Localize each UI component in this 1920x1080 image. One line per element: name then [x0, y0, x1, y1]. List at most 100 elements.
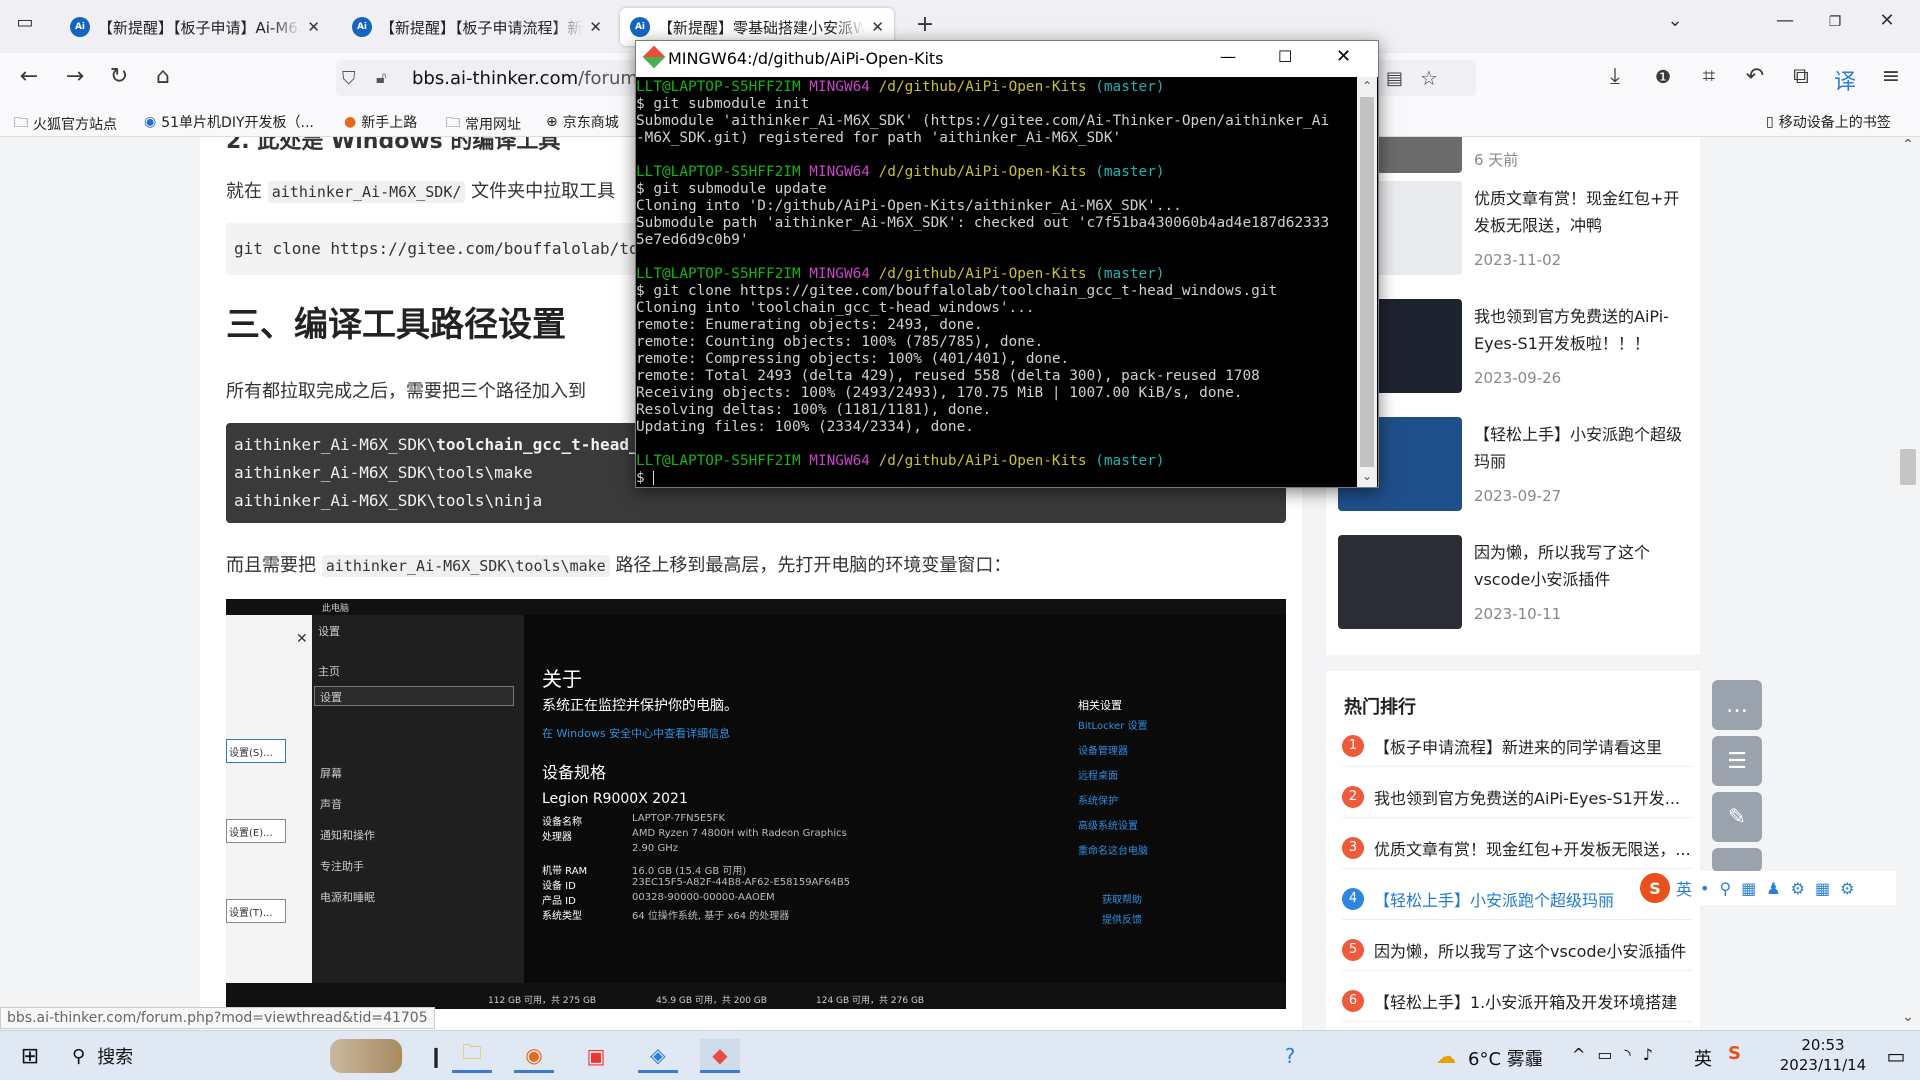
bookmark-5[interactable]: ⊕ 京东商城 [546, 112, 619, 132]
spec-key: 处理器 [542, 832, 572, 843]
embedded-screenshot: 此电脑 ✕ 设置 主页 设置 屏幕 声音 通知和操作 专注助手 电源和睡眠 设置… [226, 599, 1286, 1009]
translate-icon[interactable]: 译 [1830, 64, 1860, 96]
mobile-bookmarks[interactable]: ▯ 移动设备上的书签 [1766, 112, 1891, 132]
windows-start-icon[interactable]: ⊞ [10, 1039, 50, 1073]
list-button[interactable]: ☰ [1712, 736, 1762, 786]
terminal-output[interactable]: LLT@LAPTOP-S5HFF2IM MINGW64 /d/github/Ai… [636, 77, 1356, 487]
terminal-line: remote: Counting objects: 100% (785/785)… [636, 334, 1044, 350]
spec-key: 系统类型 [542, 911, 582, 922]
recent-post-1[interactable]: 优质文章有赏！现金红包+开发板无限送，冲鸭 2023-11-02 [1338, 181, 1688, 277]
drive-e: 124 GB 可用，共 276 GB [816, 996, 925, 1006]
edit-button[interactable]: ✎ [1712, 792, 1762, 842]
recent-post-3[interactable]: 【轻松上手】小安派跑个超级玛丽 2023-09-27 [1338, 417, 1688, 513]
tray-icons[interactable]: ^▭◝♪ [1572, 1045, 1665, 1064]
more-button[interactable] [1712, 848, 1762, 872]
hot-item-1[interactable]: 1 【板子申请流程】新进来的同学请看这里 [1342, 725, 1692, 767]
reload-icon[interactable]: ↻ [104, 64, 134, 89]
globe-icon: ⊕ [546, 114, 558, 130]
firefox-icon: ● [344, 114, 357, 130]
scrollbar-thumb[interactable] [1360, 97, 1374, 467]
window-close-icon[interactable]: ✕ [1872, 10, 1902, 31]
scroll-up-icon[interactable]: ⌃ [1362, 79, 1372, 93]
window-close-icon[interactable]: ✕ [1336, 46, 1351, 67]
close-icon[interactable]: ✕ [307, 18, 320, 36]
url-text[interactable]: bbs.ai-thinker.com/forum.p [412, 68, 655, 89]
home-label: 主页 [318, 665, 340, 678]
spec-key: 设备 ID [542, 881, 576, 892]
shield-icon[interactable]: ⛉ [342, 68, 356, 89]
hot-item-5[interactable]: 5 因为懒，所以我写了这个vscode小安派插件 [1342, 929, 1692, 971]
extensions-icon[interactable]: ⧉ [1786, 64, 1816, 89]
spec-value: 00328-90000-00000-AAOEM [632, 892, 775, 903]
hot-item-2[interactable]: 2 我也领到官方免费送的AiPi-Eyes-S1开发... [1342, 776, 1692, 818]
terminal-window[interactable]: MINGW64:/d/github/AiPi-Open-Kits — ☐ ✕ L… [635, 40, 1379, 488]
recent-post-0[interactable]: 6 天前 [1338, 137, 1688, 175]
bookmark-3[interactable]: ● 新手上路 [344, 112, 417, 132]
minimize-icon[interactable]: — [1220, 47, 1236, 66]
bookmark-2[interactable]: ◉ 51单片机DIY开发板（... [144, 112, 314, 132]
recent-post-4[interactable]: 因为懒，所以我写了这个vscode小安派插件 2023-10-11 [1338, 535, 1688, 631]
minimize-icon[interactable]: — [1770, 10, 1800, 31]
terminal-titlebar[interactable]: MINGW64:/d/github/AiPi-Open-Kits — ☐ ✕ [636, 41, 1378, 77]
tab-1-title: 【新提醒】【板子申请】Ai-M6X- [98, 18, 302, 37]
tab-2[interactable]: Ai 【新提醒】【板子申请流程】新进来 ✕ [342, 8, 612, 46]
home-icon[interactable]: ⌂ [148, 64, 178, 89]
task-view-icon[interactable]: ❙ [416, 1039, 456, 1073]
spec-value: AMD Ryzen 7 4800H with Radeon Graphics [632, 828, 847, 839]
comment-button[interactable]: … [1712, 680, 1762, 730]
bookmark-4[interactable]: 🗀 常用网址 [446, 112, 521, 136]
help-icon[interactable]: ? [1270, 1039, 1310, 1073]
restore-icon[interactable]: ❐ [1820, 14, 1850, 30]
related-link: BitLocker 设置 [1078, 721, 1148, 732]
scroll-down-icon[interactable]: ⌄ [1902, 1009, 1914, 1025]
post-date: 2023-11-02 [1474, 251, 1562, 269]
close-icon[interactable]: ✕ [871, 18, 884, 36]
bookmark-1[interactable]: 🗀 火狐官方站点 [14, 112, 117, 136]
star-icon[interactable]: ☆ [1420, 66, 1438, 90]
post-title: 我也领到官方免费送的AiPi-Eyes-S1开发板啦！！！ [1474, 307, 1669, 353]
insecure-lock-icon[interactable]: 🔓︎ [376, 68, 386, 88]
scroll-up-icon[interactable]: ⌃ [1902, 137, 1914, 153]
close-icon[interactable]: ✕ [589, 18, 602, 36]
para-2: 所有都拉取完成之后，需要把三个路径加入到 [226, 381, 586, 402]
menu-icon[interactable]: ≡ [1876, 64, 1906, 89]
terminal-prompt: LLT@LAPTOP-S5HFF2IM MINGW64 /d/github/Ai… [636, 79, 1165, 95]
forward-icon[interactable]: → [60, 64, 90, 89]
reader-view-icon[interactable]: ▤ [1386, 68, 1403, 89]
clock[interactable]: 20:53 2023/11/14 [1768, 1035, 1878, 1075]
download-icon[interactable]: ⤓ [1600, 64, 1630, 89]
page-scrollbar[interactable]: ⌃ ⌄ [1896, 137, 1920, 1030]
terminal-prompt: LLT@LAPTOP-S5HFF2IM MINGW64 /d/github/Ai… [636, 453, 1165, 469]
extension-badge-icon[interactable]: ❶ [1648, 67, 1678, 88]
ime-indicator[interactable]: 英 [1694, 1045, 1712, 1071]
hot-item-6[interactable]: 6 【轻松上手】1.小安派开箱及开发环境搭建 [1342, 980, 1692, 1022]
crop-icon[interactable]: ⌗ [1694, 64, 1724, 89]
firefox-icon[interactable]: ◉ [514, 1039, 554, 1073]
chevron-down-icon[interactable]: ⌄ [1660, 10, 1690, 31]
pdf-app-icon[interactable]: ▣ [576, 1039, 616, 1073]
hot-ranking: 热门排行 1 【板子申请流程】新进来的同学请看这里 2 我也领到官方免费送的AiPi… [1326, 671, 1700, 1030]
scrollbar-thumb[interactable] [1900, 449, 1916, 485]
terminal-line: Receiving objects: 100% (2493/2493), 170… [636, 385, 1243, 401]
undo-icon[interactable]: ↶ [1740, 64, 1770, 89]
terminal-line: Updating files: 100% (2334/2334), done. [636, 419, 974, 435]
maximize-icon[interactable]: ☐ [1278, 47, 1292, 66]
help-link: 获取帮助 [1102, 895, 1142, 906]
scroll-down-icon[interactable]: ⌄ [1362, 469, 1372, 483]
hot-item-3[interactable]: 3 优质文章有赏！现金红包+开发板无限送，... [1342, 827, 1692, 869]
ime-toolbar[interactable]: S 英 •⚲▦♟⚙▦⚙ [1640, 871, 1896, 905]
tab-list-icon[interactable]: ▭ [10, 12, 40, 33]
aithinker-favicon: Ai [70, 17, 90, 37]
recent-post-2[interactable]: 我也领到官方免费送的AiPi-Eyes-S1开发板啦！！！ 2023-09-26 [1338, 299, 1688, 395]
new-tab-icon[interactable]: + [910, 12, 940, 37]
git-bash-icon[interactable]: ◆ [700, 1039, 740, 1073]
notification-icon[interactable]: ▭ [1876, 1039, 1916, 1073]
back-icon[interactable]: ← [14, 64, 44, 89]
terminal-line: Cloning into 'D:/github/AiPi-Open-Kits/a… [636, 198, 1182, 214]
sogou-tray-icon[interactable]: S [1728, 1043, 1741, 1064]
file-explorer-icon[interactable]: 🗀 [452, 1039, 492, 1073]
tab-1[interactable]: Ai 【新提醒】【板子申请】Ai-M6X- ✕ [60, 8, 330, 46]
spec-value: 64 位操作系统, 基于 x64 的处理器 [632, 911, 790, 922]
terminal-scrollbar[interactable]: ⌃ ⌄ [1357, 77, 1377, 487]
vscode-icon[interactable]: ◈ [638, 1039, 678, 1073]
